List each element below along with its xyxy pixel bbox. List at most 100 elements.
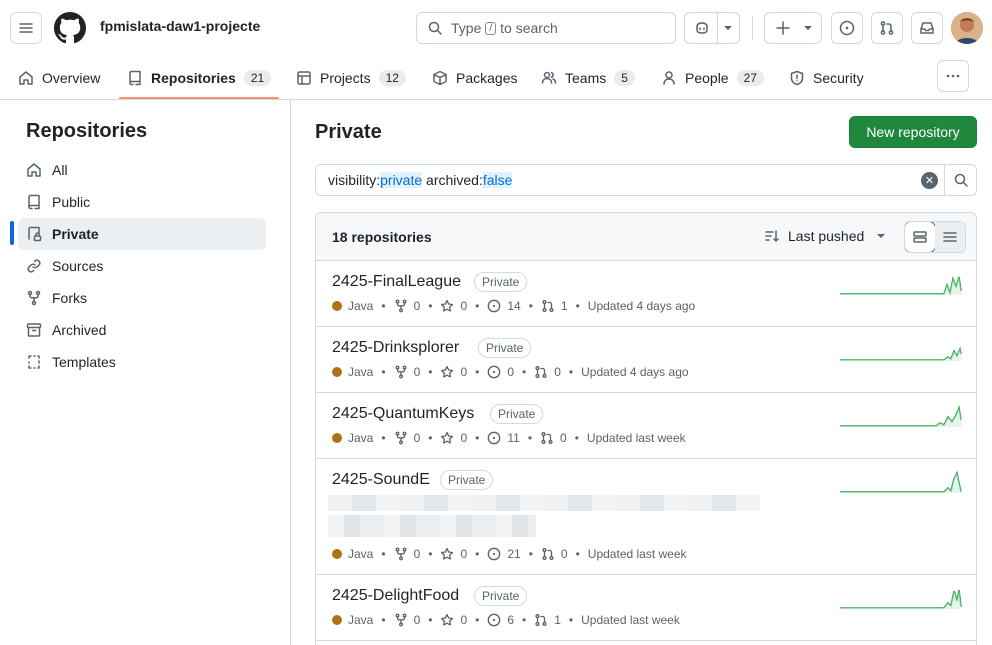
issue-count[interactable]: 14	[507, 299, 520, 313]
activity-sparkline	[840, 471, 962, 493]
repository-list: 18 repositories Last pushed 2425-FinalLe…	[315, 212, 977, 645]
fork-count[interactable]: 0	[414, 365, 421, 379]
search-icon	[428, 21, 442, 35]
tab-count: 12	[378, 70, 406, 86]
repo-language: Java	[348, 365, 374, 379]
fork-count[interactable]: 0	[414, 547, 421, 561]
issue-icon	[488, 547, 501, 561]
tab-label: Packages	[456, 70, 518, 86]
issue-icon	[488, 431, 501, 445]
star-count[interactable]: 0	[460, 431, 467, 445]
home-icon	[27, 163, 41, 177]
new-repository-button[interactable]: New repository	[849, 116, 977, 148]
fork-count[interactable]: 0	[414, 431, 421, 445]
fork-icon	[27, 290, 41, 306]
org-name-link[interactable]: fpmislata-daw1-projecte	[100, 18, 260, 34]
filter-search-button[interactable]	[944, 164, 976, 196]
issue-count[interactable]: 11	[507, 431, 519, 445]
tab-projects[interactable]: Projects 12	[296, 56, 406, 100]
pull-request-icon	[535, 366, 547, 378]
view-toggle	[904, 221, 966, 253]
repo-name-link[interactable]: 2425-QuantumKeys	[332, 405, 474, 423]
fork-icon	[395, 299, 407, 313]
repo-count: 18 repositories	[332, 229, 432, 245]
sidebar-item-public[interactable]: Public	[18, 186, 266, 218]
view-card-button[interactable]	[905, 222, 936, 252]
sidebar-item-all[interactable]: All	[18, 154, 266, 186]
github-logo-icon[interactable]	[54, 12, 86, 44]
tab-security[interactable]: Security	[789, 56, 864, 100]
pr-count[interactable]: 1	[554, 613, 561, 627]
issue-count[interactable]: 21	[507, 547, 520, 561]
star-icon	[441, 547, 454, 560]
sort-dropdown[interactable]: Last pushed	[764, 228, 886, 244]
issues-button[interactable]	[831, 12, 863, 44]
fork-count[interactable]: 0	[414, 299, 421, 313]
template-icon	[28, 355, 40, 369]
global-search-input[interactable]: Type / to search	[416, 12, 676, 44]
repo-meta: Java • 0 • 0 • 11 • 0 • Updated last week	[332, 431, 686, 445]
star-count[interactable]: 0	[460, 365, 467, 379]
issue-count[interactable]: 0	[507, 365, 514, 379]
people-icon	[541, 71, 557, 84]
kebab-horizontal-icon	[946, 74, 960, 78]
active-item-marker	[10, 221, 14, 245]
star-count[interactable]: 0	[460, 613, 467, 627]
tab-count: 27	[736, 70, 764, 86]
pr-count[interactable]: 1	[561, 299, 568, 313]
repo-name-link[interactable]: 2425-FinalLeague	[332, 273, 461, 291]
star-count[interactable]: 0	[460, 547, 467, 561]
sidebar-item-label: Private	[52, 226, 99, 242]
active-tab-underline	[119, 97, 279, 99]
sidebar-item-private[interactable]: Private	[18, 218, 266, 250]
tab-repositories[interactable]: Repositories 21	[127, 56, 272, 100]
view-list-button[interactable]	[935, 222, 965, 252]
pr-count[interactable]: 0	[560, 431, 567, 445]
repo-language: Java	[348, 547, 374, 561]
package-icon	[433, 70, 447, 86]
tab-people[interactable]: People 27	[661, 56, 764, 100]
updated-time: Updated 4 days ago	[587, 299, 696, 313]
repo-name-link[interactable]: 2425-SoundE	[332, 471, 430, 489]
repo-name-link[interactable]: 2425-Drinksplorer	[332, 339, 459, 357]
pull-request-icon	[880, 21, 894, 35]
repo-name-link[interactable]: 2425-DelightFood	[332, 587, 459, 605]
repo-language: Java	[348, 613, 374, 627]
redacted-description	[328, 515, 536, 537]
repo-meta: Java • 0 • 0 • 21 • 0 • Updated last week	[332, 547, 687, 561]
more-tabs-button[interactable]	[937, 60, 969, 92]
avatar[interactable]	[951, 12, 983, 44]
sidebar-item-label: Sources	[52, 258, 104, 274]
pull-requests-button[interactable]	[871, 12, 903, 44]
tab-label: Security	[813, 70, 864, 86]
inbox-button[interactable]	[911, 12, 943, 44]
chevron-down-icon	[877, 234, 886, 238]
tab-overview[interactable]: Overview	[18, 56, 100, 100]
tab-count: 5	[614, 70, 635, 86]
sidebar-item-sources[interactable]: Sources	[18, 250, 266, 282]
star-icon	[441, 613, 454, 626]
updated-time: Updated last week	[586, 431, 686, 445]
tab-count: 21	[243, 70, 272, 86]
sidebar-item-forks[interactable]: Forks	[18, 282, 266, 314]
issue-count[interactable]: 6	[507, 613, 514, 627]
copilot-button[interactable]	[684, 12, 740, 44]
search-shortcut-key: /	[485, 21, 497, 35]
star-icon	[441, 431, 454, 444]
create-new-button[interactable]	[764, 12, 822, 44]
list-header: 18 repositories Last pushed	[316, 213, 976, 261]
tab-teams[interactable]: Teams 5	[541, 56, 635, 100]
menu-button[interactable]	[10, 12, 42, 44]
list-item: 2425-QuantumKeys Private Java • 0 • 0 • 11 •…	[316, 393, 976, 459]
star-count[interactable]: 0	[460, 299, 467, 313]
sidebar-title: Repositories	[26, 120, 148, 142]
repo-filter-input[interactable]: visibility:private archived:false ✕	[315, 164, 977, 196]
fork-count[interactable]: 0	[414, 613, 421, 627]
sidebar-item-archived[interactable]: Archived	[18, 314, 266, 346]
pr-count[interactable]: 0	[561, 547, 568, 561]
pr-count[interactable]: 0	[554, 365, 561, 379]
tab-packages[interactable]: Packages	[432, 56, 517, 100]
sidebar-item-templates[interactable]: Templates	[18, 346, 266, 378]
clear-filter-icon[interactable]: ✕	[921, 172, 938, 189]
repo-icon	[28, 194, 40, 210]
